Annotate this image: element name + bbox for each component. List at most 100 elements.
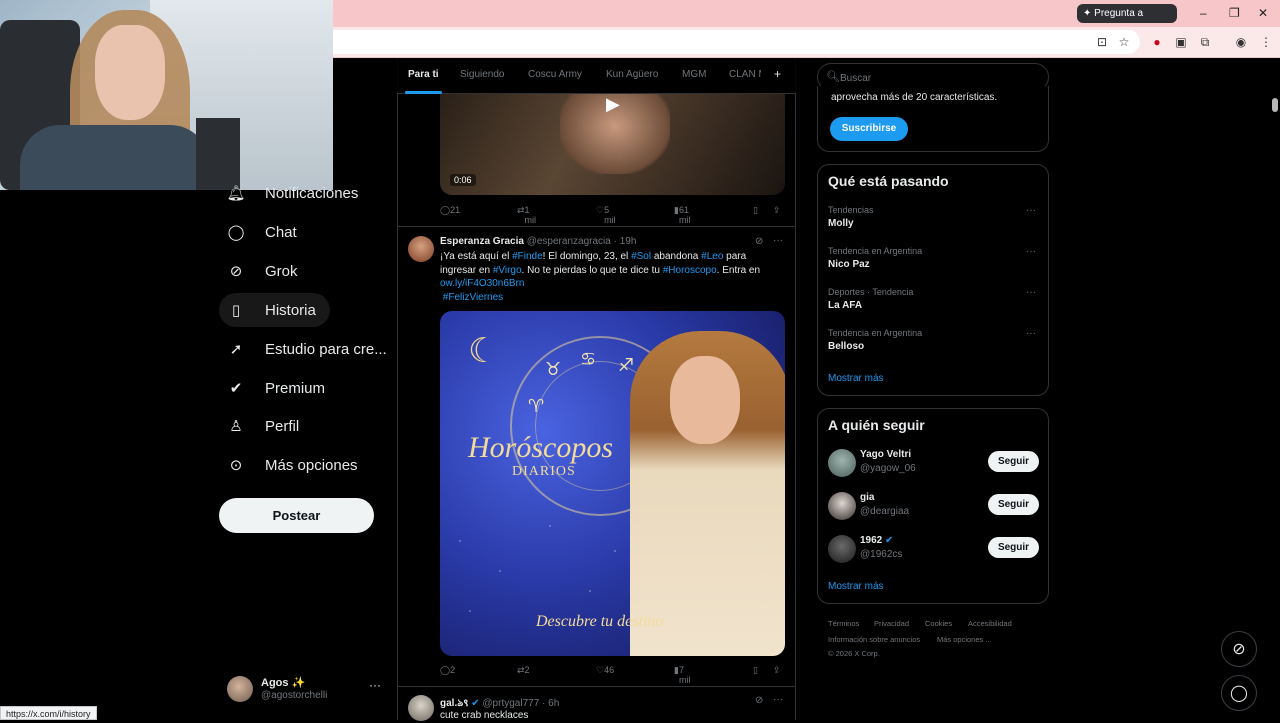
sidebar-item-profile[interactable]: ♙ Perfil (219, 409, 299, 443)
tab-kun-aguero[interactable]: Kun Agüero (606, 69, 658, 80)
opera-extension-icon[interactable]: ● (1150, 35, 1164, 49)
views-button[interactable]: ▮ 61 mil (674, 205, 690, 225)
gemini-button[interactable]: ✦ Pregunta a Gemini (1077, 4, 1177, 38)
follow-name[interactable]: 1962 ✔ (860, 535, 893, 546)
tweet-author-name[interactable]: gal.ঌ९ (440, 698, 468, 709)
avatar[interactable] (828, 492, 856, 520)
grok-float-button[interactable]: ⊘ (1221, 631, 1257, 667)
minimize-icon[interactable]: – (1200, 6, 1207, 20)
bookmark-icon[interactable]: ▯ (753, 665, 758, 676)
hashtag-link[interactable]: #Virgo (493, 265, 522, 276)
footer-link[interactable]: Información sobre anuncios (828, 635, 920, 644)
more-icon[interactable]: ··· (1026, 287, 1036, 298)
like-button[interactable]: ♡ 5 mil (596, 205, 616, 225)
sidebar-item-premium[interactable]: ✔ Premium (219, 371, 325, 405)
grok-icon[interactable]: ⊘ (755, 236, 763, 247)
more-icon[interactable]: ··· (773, 694, 783, 705)
hashtag-link[interactable]: #Finde (512, 251, 543, 262)
sidebar-item-chat[interactable]: ◯ Chat (219, 215, 297, 249)
footer-link[interactable]: Cookies (925, 619, 952, 628)
subscribe-button[interactable]: Suscribirse (830, 117, 908, 141)
profile-avatar-icon[interactable]: ◉ (1234, 35, 1248, 49)
address-bar[interactable] (300, 30, 1140, 54)
like-button[interactable]: ♡ 46 (596, 665, 614, 676)
reply-button[interactable]: ◯ 2 (440, 665, 455, 676)
tab-following[interactable]: Siguiendo (460, 69, 504, 80)
hashtag-link[interactable]: #Sol (631, 251, 651, 262)
show-more-link[interactable]: Mostrar más (828, 581, 884, 592)
extension-icon[interactable]: ▣ (1174, 35, 1188, 49)
tweet-author-name[interactable]: Esperanza Gracia (440, 236, 524, 247)
reply-button[interactable]: ◯ 21 (440, 205, 460, 216)
repost-button[interactable]: ⇄ 1 mil (517, 205, 536, 225)
follow-name[interactable]: Yago Veltri (860, 449, 911, 460)
trend-item[interactable]: Nico Paz (828, 259, 870, 270)
avatar[interactable] (408, 695, 434, 721)
install-app-icon[interactable]: ⊡ (1095, 35, 1109, 49)
account-switcher[interactable]: Agos ✨ @agostorchelli ··· (227, 674, 387, 706)
follow-name[interactable]: gia (860, 492, 874, 503)
tweet-time[interactable]: · 19h (614, 236, 637, 247)
footer-link[interactable]: Términos (828, 619, 859, 628)
sidebar-item-creator-studio[interactable]: ➚ Estudio para cre... (219, 332, 387, 366)
browser-menu-icon[interactable]: ⋮ (1259, 35, 1273, 49)
show-more-link[interactable]: Mostrar más (828, 373, 884, 384)
tweet-image[interactable]: ☾ ♉ ♋ ♐ ♍ ♈ Horóscopos DIARIOS Descubre … (440, 311, 785, 656)
tweet-author-handle[interactable]: @prtygal777 (482, 698, 539, 709)
grok-icon[interactable]: ⊘ (755, 695, 763, 706)
tweet-video[interactable]: ▶ 0:06 (440, 94, 785, 195)
restore-icon[interactable]: ❐ (1229, 6, 1240, 20)
avatar[interactable] (408, 236, 434, 262)
more-icon[interactable]: ··· (1026, 205, 1036, 216)
scrollbar-thumb[interactable] (1272, 98, 1278, 112)
more-icon[interactable]: ··· (1026, 246, 1036, 257)
tab-clan[interactable]: CLAN M (729, 69, 761, 80)
gemini-icon: ✦ (1083, 8, 1095, 19)
avatar[interactable] (828, 449, 856, 477)
more-icon[interactable]: ··· (1026, 328, 1036, 339)
bookmark-icon[interactable]: ▯ (753, 205, 758, 216)
follow-button[interactable]: Seguir (988, 451, 1039, 472)
footer-link[interactable]: Más opciones ... (937, 635, 992, 644)
sidebar-item-more-options[interactable]: ⊙ Más opciones (219, 448, 358, 482)
hashtag-link[interactable]: #Horoscopo (663, 265, 717, 276)
repost-button[interactable]: ⇄ 2 (517, 665, 530, 676)
verified-icon: ✔ (229, 380, 243, 397)
add-tab-icon[interactable]: + (774, 67, 781, 81)
tweet-text: ¡Ya está aquí el #Finde! El domingo, 23,… (440, 251, 761, 303)
tab-mgm[interactable]: MGM (682, 69, 706, 80)
close-icon[interactable]: ✕ (1258, 6, 1268, 20)
footer-link[interactable]: Accesibilidad (968, 619, 1012, 628)
tab-for-you[interactable]: Para ti (408, 69, 439, 80)
avatar[interactable] (828, 535, 856, 563)
bookmark-star-icon[interactable]: ☆ (1117, 35, 1131, 49)
tab-coscu-army[interactable]: Coscu Army (528, 69, 582, 80)
share-icon[interactable]: ⇪ (773, 205, 781, 216)
play-icon[interactable]: ▶ (606, 94, 620, 115)
share-icon[interactable]: ⇪ (773, 665, 781, 676)
sidebar-item-history[interactable]: ▯ Historia (219, 293, 330, 327)
search-input[interactable] (840, 69, 1040, 87)
sidebar-item-notifications[interactable]: 🔔︎ Notificaciones (219, 176, 358, 210)
footer-link[interactable]: Privacidad (874, 619, 909, 628)
tweet-time[interactable]: · 6h (542, 698, 559, 709)
more-icon[interactable]: ··· (369, 678, 381, 692)
person-icon: ♙ (229, 418, 243, 435)
follow-button[interactable]: Seguir (988, 537, 1039, 558)
tweet-author-handle[interactable]: @esperanzagracia (527, 236, 611, 247)
views-button[interactable]: ▮ 7 mil (674, 665, 690, 685)
trend-item[interactable]: Belloso (828, 341, 864, 352)
post-button[interactable]: Postear (219, 498, 374, 533)
hashtag-link[interactable]: #Leo (701, 251, 723, 262)
follow-button[interactable]: Seguir (988, 494, 1039, 515)
puzzle-icon[interactable]: ⧉ (1198, 35, 1212, 49)
scrollbar[interactable] (1270, 58, 1280, 720)
messages-float-button[interactable]: ◯ (1221, 675, 1257, 711)
trend-item[interactable]: La AFA (828, 300, 862, 311)
trend-category: Deportes · Tendencia (828, 287, 914, 297)
more-icon[interactable]: ··· (773, 235, 783, 246)
trend-item[interactable]: Molly (828, 218, 854, 229)
external-link[interactable]: ow.ly/iF4O30n6Brn (440, 278, 525, 289)
sidebar-item-grok[interactable]: ⊘ Grok (219, 254, 298, 288)
hashtag-link[interactable]: #FelizViernes (443, 292, 503, 303)
